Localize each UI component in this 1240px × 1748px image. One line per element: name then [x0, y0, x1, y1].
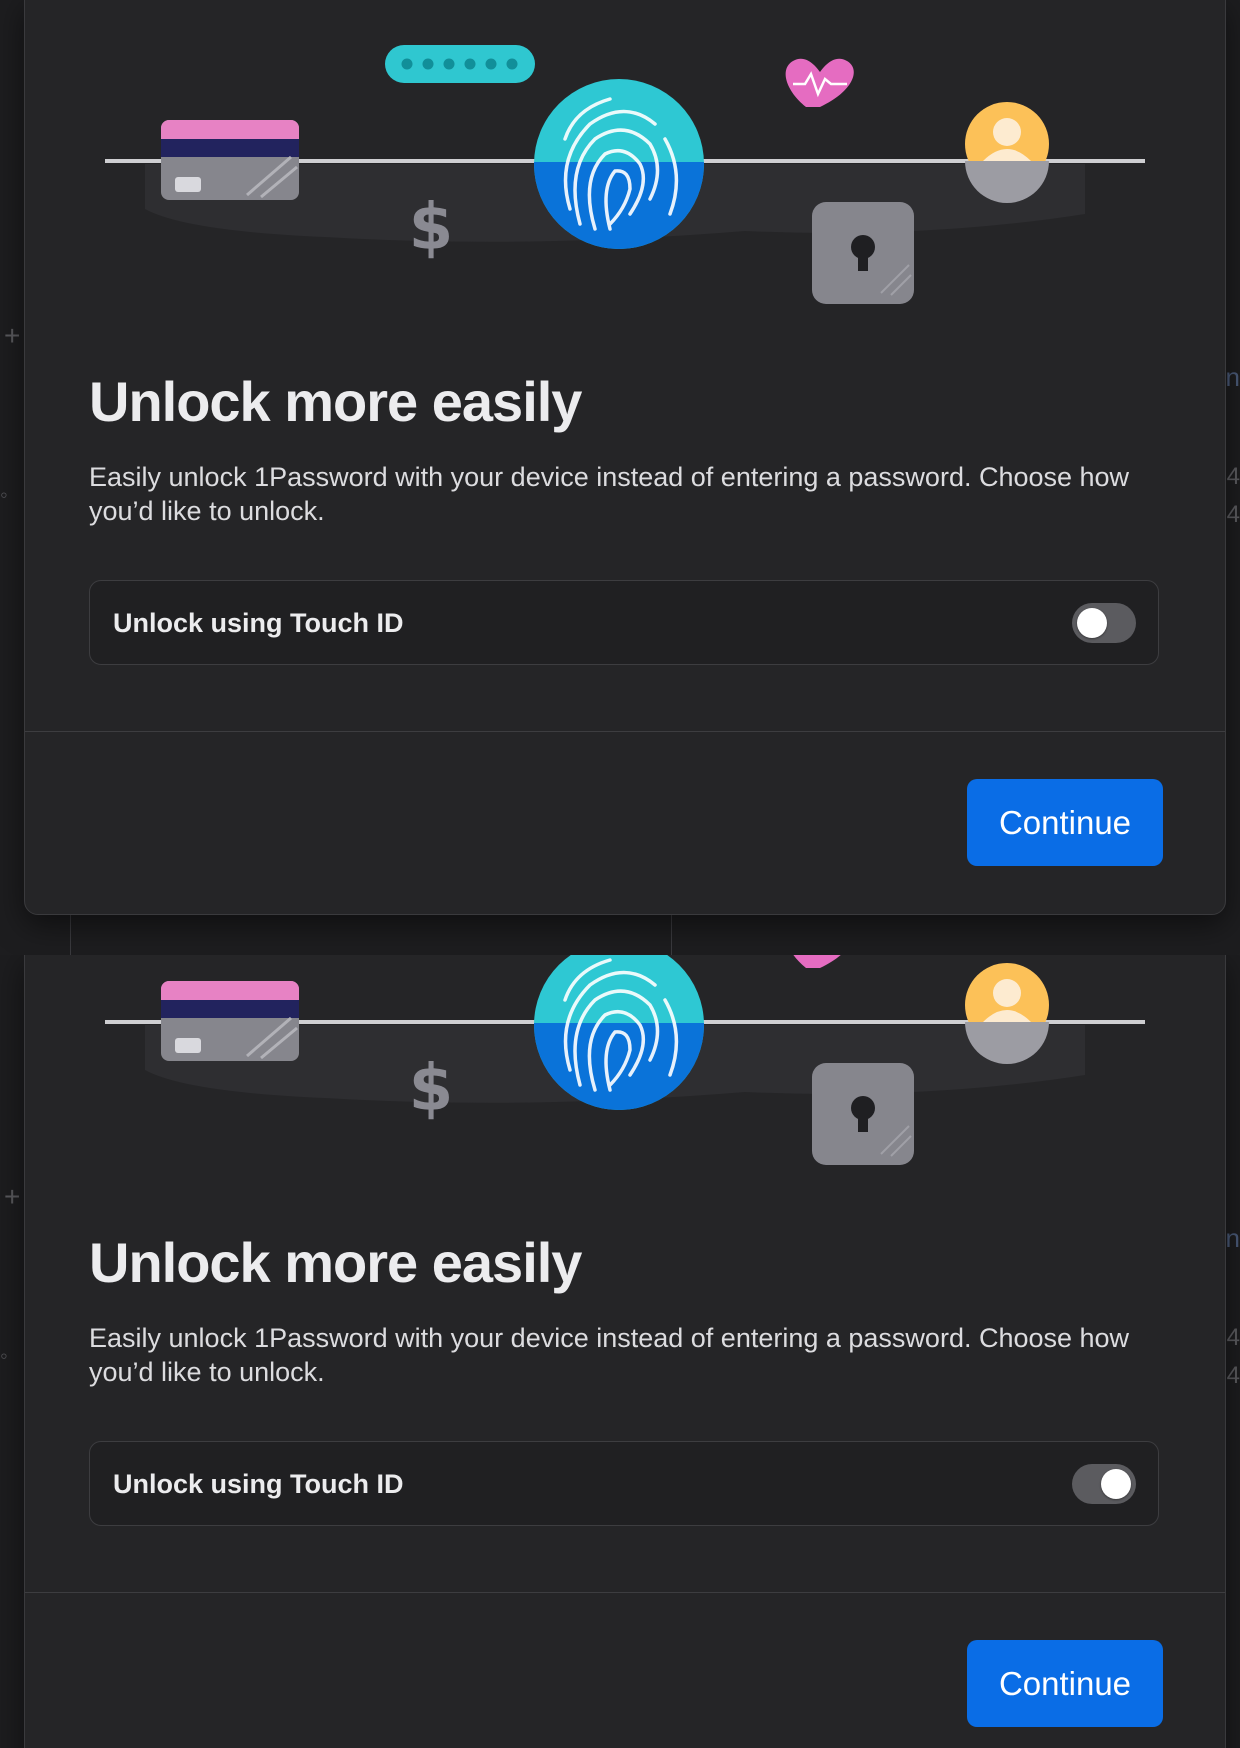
- toggle-knob: [1101, 1469, 1131, 1499]
- background-edge-text: n: [1225, 1223, 1240, 1253]
- background-panel-lines: [70, 912, 672, 955]
- background-plus-icon: +: [4, 320, 21, 351]
- lock-icon: [812, 1063, 914, 1165]
- footer-divider: [25, 731, 1225, 732]
- touch-id-option-label: Unlock using Touch ID: [113, 608, 404, 638]
- dollar-icon: $: [409, 1052, 454, 1126]
- background-people-icon: ◦: [0, 482, 8, 507]
- dialog-title: Unlock more easily: [89, 1231, 582, 1294]
- continue-button[interactable]: Continue: [967, 779, 1163, 866]
- dialog-title: Unlock more easily: [89, 370, 582, 433]
- footer-divider: [25, 1592, 1225, 1593]
- background-plus-icon: +: [4, 1181, 21, 1212]
- screenshot-top-state: + n 24 4 ◦ $ Unlock more easily Easily u…: [0, 0, 1240, 955]
- unlock-dialog: $ Unlock more easily Easily unlock 1Pass…: [24, 955, 1226, 1748]
- dialog-description: Easily unlock 1Password with your device…: [89, 462, 1130, 526]
- background-edge-text: n: [1225, 362, 1240, 392]
- heart-rate-icon: [785, 58, 854, 107]
- touch-id-toggle[interactable]: [1072, 603, 1136, 643]
- person-icon: [965, 963, 1049, 1064]
- unlock-illustration: $: [105, 955, 1145, 1165]
- screenshot-bottom-state: + n 24 4 ◦ $ Unlock more easily Easily u…: [0, 955, 1240, 1748]
- dialog-description: Easily unlock 1Password with your device…: [89, 1323, 1130, 1387]
- touch-id-option-label: Unlock using Touch ID: [113, 1469, 404, 1499]
- background-number: 4: [1226, 1362, 1240, 1389]
- background-people-icon: ◦: [0, 1343, 8, 1368]
- credit-card-icon: [161, 120, 299, 200]
- toggle-knob: [1077, 608, 1107, 638]
- touch-id-toggle[interactable]: [1072, 1464, 1136, 1504]
- person-icon: [965, 102, 1049, 203]
- unlock-dialog: $ Unlock more easily Easily unlock 1Pass…: [24, 0, 1226, 915]
- continue-button[interactable]: Continue: [967, 1640, 1163, 1727]
- lock-icon: [812, 202, 914, 304]
- background-number: 4: [1226, 501, 1240, 528]
- heart-rate-icon: [793, 955, 841, 968]
- credit-card-icon: [161, 981, 299, 1061]
- touch-id-option-row[interactable]: Unlock using Touch ID: [89, 1441, 1159, 1526]
- touch-id-option-row[interactable]: Unlock using Touch ID: [89, 580, 1159, 665]
- password-dots-icon: [385, 45, 535, 83]
- dollar-icon: $: [409, 191, 454, 265]
- unlock-illustration: $: [105, 45, 1145, 304]
